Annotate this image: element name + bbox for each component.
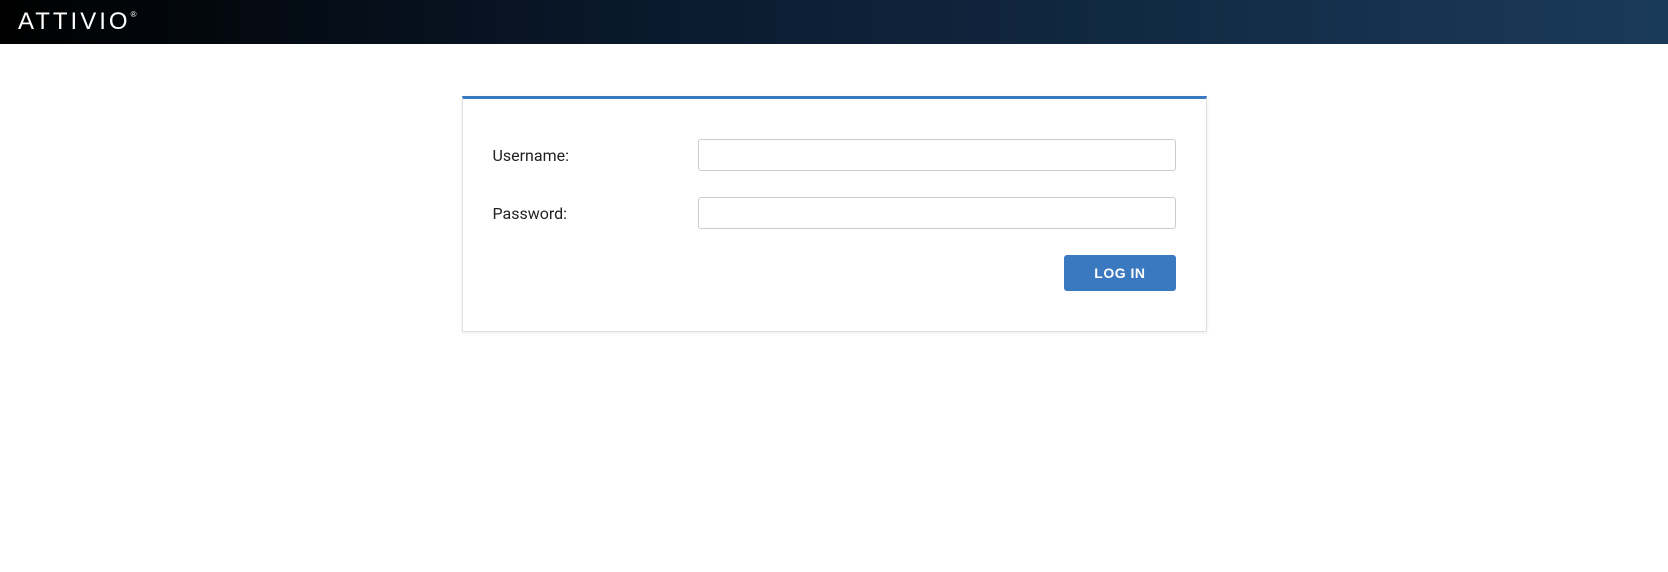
- brand-logo: ATTIVIO®: [18, 8, 136, 36]
- button-row: LOG IN: [493, 255, 1176, 291]
- registered-mark: ®: [131, 10, 137, 19]
- username-label: Username:: [493, 146, 698, 165]
- username-row: Username:: [493, 139, 1176, 171]
- password-label: Password:: [493, 204, 698, 223]
- login-card: Username: Password: LOG IN: [462, 96, 1207, 332]
- brand-text: ATTIVIO: [18, 8, 131, 35]
- login-button[interactable]: LOG IN: [1064, 255, 1175, 291]
- password-input[interactable]: [698, 197, 1176, 229]
- app-header: ATTIVIO®: [0, 0, 1668, 44]
- username-input[interactable]: [698, 139, 1176, 171]
- main-content: Username: Password: LOG IN: [0, 44, 1668, 332]
- password-row: Password:: [493, 197, 1176, 229]
